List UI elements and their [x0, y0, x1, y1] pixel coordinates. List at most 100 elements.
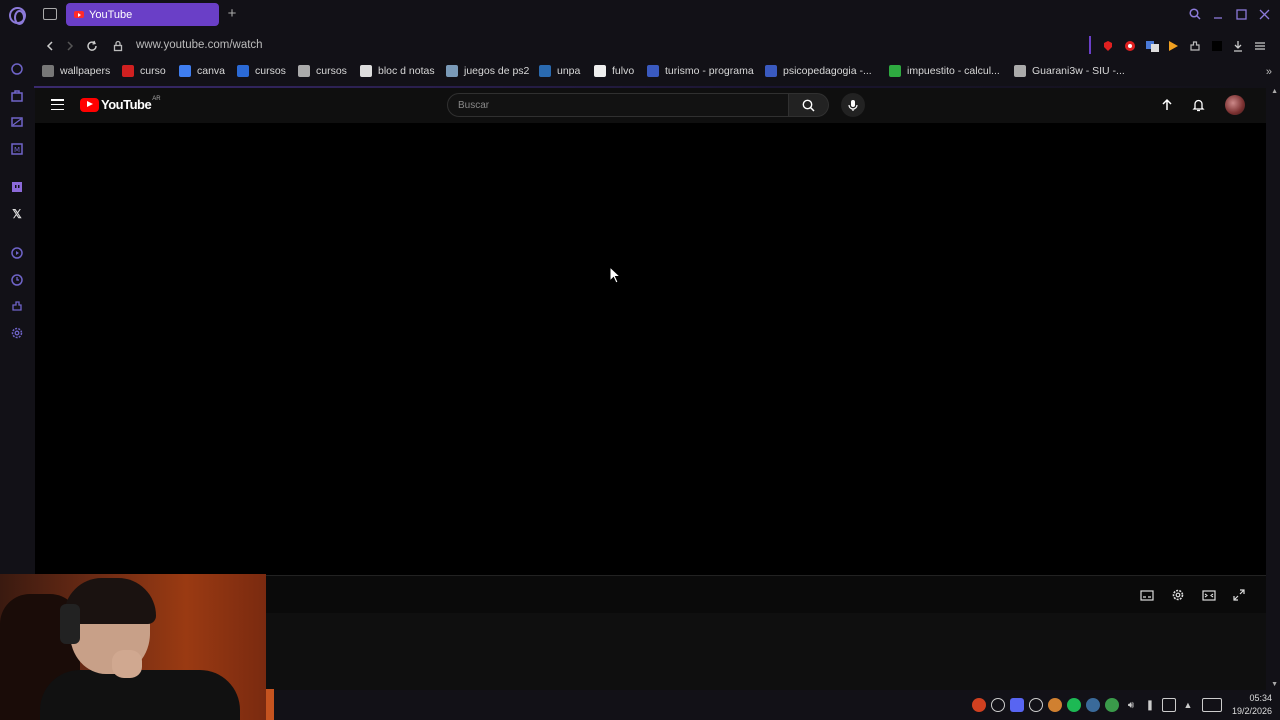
- turismo-icon: [647, 65, 659, 77]
- maximize-button[interactable]: [1233, 6, 1249, 22]
- tab-youtube[interactable]: YouTube: [66, 3, 219, 26]
- upload-icon: [1162, 98, 1172, 110]
- back-button[interactable]: [42, 38, 58, 54]
- recording-extension-icon[interactable]: [1122, 38, 1138, 54]
- youtube-wordmark: YouTube: [101, 97, 152, 112]
- youtube-header: YouTube AR Buscar: [35, 88, 1266, 123]
- green-app-tray-icon[interactable]: [1105, 698, 1119, 712]
- youtube-logo[interactable]: YouTube AR: [80, 96, 161, 112]
- extensions-icon[interactable]: [9, 298, 25, 314]
- taskbar-clock[interactable]: 05:34 19/2/2026: [1232, 692, 1272, 718]
- bookmarks-bar: wallpapers curso canva cursos cursos bloc d n…: [34, 62, 1280, 84]
- shopping-bag-icon[interactable]: [9, 88, 25, 104]
- bookmark-label: cursos: [316, 65, 347, 77]
- minimize-button[interactable]: [1210, 6, 1226, 22]
- avatar[interactable]: [1225, 95, 1245, 115]
- calculator-icon: [889, 65, 901, 77]
- webcam-person-body: [40, 670, 240, 720]
- steam-tray-icon[interactable]: [1086, 698, 1100, 712]
- record-tray-icon[interactable]: [972, 698, 986, 712]
- bookmark-item[interactable]: canva: [179, 65, 225, 77]
- twitch-icon[interactable]: [9, 179, 25, 195]
- clock-date: 19/2/2026: [1231, 706, 1272, 716]
- app-tray-icon[interactable]: [1048, 698, 1062, 712]
- page-scrollbar[interactable]: ▲ ▼: [1266, 88, 1280, 690]
- volume-icon[interactable]: 🔊︎: [1124, 698, 1138, 712]
- messenger-icon[interactable]: M: [9, 141, 25, 157]
- bookmark-label: canva: [197, 65, 226, 77]
- unpa-icon: [539, 65, 551, 77]
- url-field[interactable]: www.youtube.com/watch: [136, 39, 263, 51]
- gear-icon: [1172, 589, 1184, 601]
- puzzle-extensions-icon[interactable]: [1187, 38, 1203, 54]
- easy-setup-menu-icon[interactable]: [1252, 38, 1268, 54]
- lock-icon[interactable]: [110, 38, 126, 54]
- fullscreen-button[interactable]: [1231, 587, 1247, 603]
- youtube-play-logo-icon: [80, 97, 99, 112]
- x-twitter-icon[interactable]: 𝕏: [9, 206, 25, 222]
- steam-like-tray-icon[interactable]: [991, 698, 1005, 712]
- opera-logo-icon[interactable]: [9, 7, 26, 25]
- bookmark-item[interactable]: cursos: [237, 65, 286, 77]
- orange-strip: [266, 689, 274, 720]
- bookmark-item[interactable]: bloc d notas: [360, 65, 435, 77]
- menu-hamburger-icon[interactable]: [51, 99, 64, 110]
- aria-icon[interactable]: [9, 61, 25, 77]
- subtitles-button[interactable]: [1139, 587, 1155, 603]
- cursos-doc-icon: [298, 65, 310, 77]
- bookmark-item[interactable]: cursos: [298, 65, 347, 77]
- keyboard-icon[interactable]: [1202, 698, 1222, 712]
- bookmark-item[interactable]: juegos de ps2: [446, 65, 529, 77]
- search-icon: [802, 99, 815, 112]
- bookmarks-overflow-icon[interactable]: »: [1266, 66, 1272, 78]
- upload-button[interactable]: [1159, 97, 1175, 113]
- wallet-icon[interactable]: [9, 114, 25, 130]
- microphone-tray-icon[interactable]: ❚: [1143, 698, 1157, 712]
- tab-menu-icon[interactable]: [43, 8, 57, 20]
- display-tray-icon[interactable]: [1162, 698, 1176, 712]
- history-icon[interactable]: [9, 272, 25, 288]
- notepad-icon: [360, 65, 372, 77]
- download-icon[interactable]: [1230, 38, 1246, 54]
- player-icon[interactable]: [9, 245, 25, 261]
- spotify-tray-icon[interactable]: [1067, 698, 1081, 712]
- video-player[interactable]: [35, 123, 1266, 575]
- bookmark-item[interactable]: wallpapers: [42, 65, 110, 77]
- play-extension-icon[interactable]: [1165, 38, 1181, 54]
- new-tab-button[interactable]: +: [224, 6, 240, 22]
- settings-gear-icon[interactable]: [9, 325, 25, 341]
- notifications-button[interactable]: [1190, 97, 1206, 113]
- xbox-tray-icon[interactable]: [1029, 698, 1043, 712]
- bookmark-label: Guarani3w - SIU -...: [1032, 65, 1125, 77]
- forward-button[interactable]: [62, 38, 78, 54]
- bookmark-item[interactable]: curso: [122, 65, 166, 77]
- theater-mode-button[interactable]: [1201, 587, 1217, 603]
- close-button[interactable]: [1256, 6, 1272, 22]
- bookmark-item[interactable]: unpa: [539, 65, 580, 77]
- addressbar-divider: [1089, 36, 1091, 54]
- bookmark-item[interactable]: impuestito - calcul...: [889, 65, 1000, 77]
- search-tabs-icon[interactable]: [1187, 6, 1203, 22]
- bookmark-item[interactable]: Guarani3w - SIU -...: [1014, 65, 1125, 77]
- settings-button[interactable]: [1170, 587, 1186, 603]
- screen: M 𝕏 YouTube + www.youtube.com/watch wall…: [0, 0, 1280, 720]
- ps2-icon: [446, 65, 458, 77]
- canva-icon: [179, 65, 191, 77]
- search-input[interactable]: Buscar: [447, 93, 789, 117]
- discord-tray-icon[interactable]: [1010, 698, 1024, 712]
- scroll-up-icon[interactable]: ▲: [1271, 88, 1278, 95]
- network-icon[interactable]: ▲: [1181, 698, 1195, 712]
- translate-extension-icon[interactable]: [1144, 38, 1160, 54]
- scroll-down-icon[interactable]: ▼: [1271, 681, 1278, 688]
- page-icon: [1014, 65, 1026, 77]
- bookmark-item[interactable]: fulvo: [594, 65, 634, 77]
- bookmark-label: turismo - programa: [665, 65, 754, 77]
- webcam-overlay: [0, 574, 266, 720]
- voice-search-button[interactable]: [841, 93, 865, 117]
- adblock-extension-icon[interactable]: [1100, 38, 1116, 54]
- reload-button[interactable]: [84, 38, 100, 54]
- bookmark-item[interactable]: turismo - programa: [647, 65, 754, 77]
- bookmark-item[interactable]: psicopedagogia -...: [765, 65, 872, 77]
- search-button[interactable]: [789, 93, 829, 117]
- blank-extension-icon[interactable]: [1209, 38, 1225, 54]
